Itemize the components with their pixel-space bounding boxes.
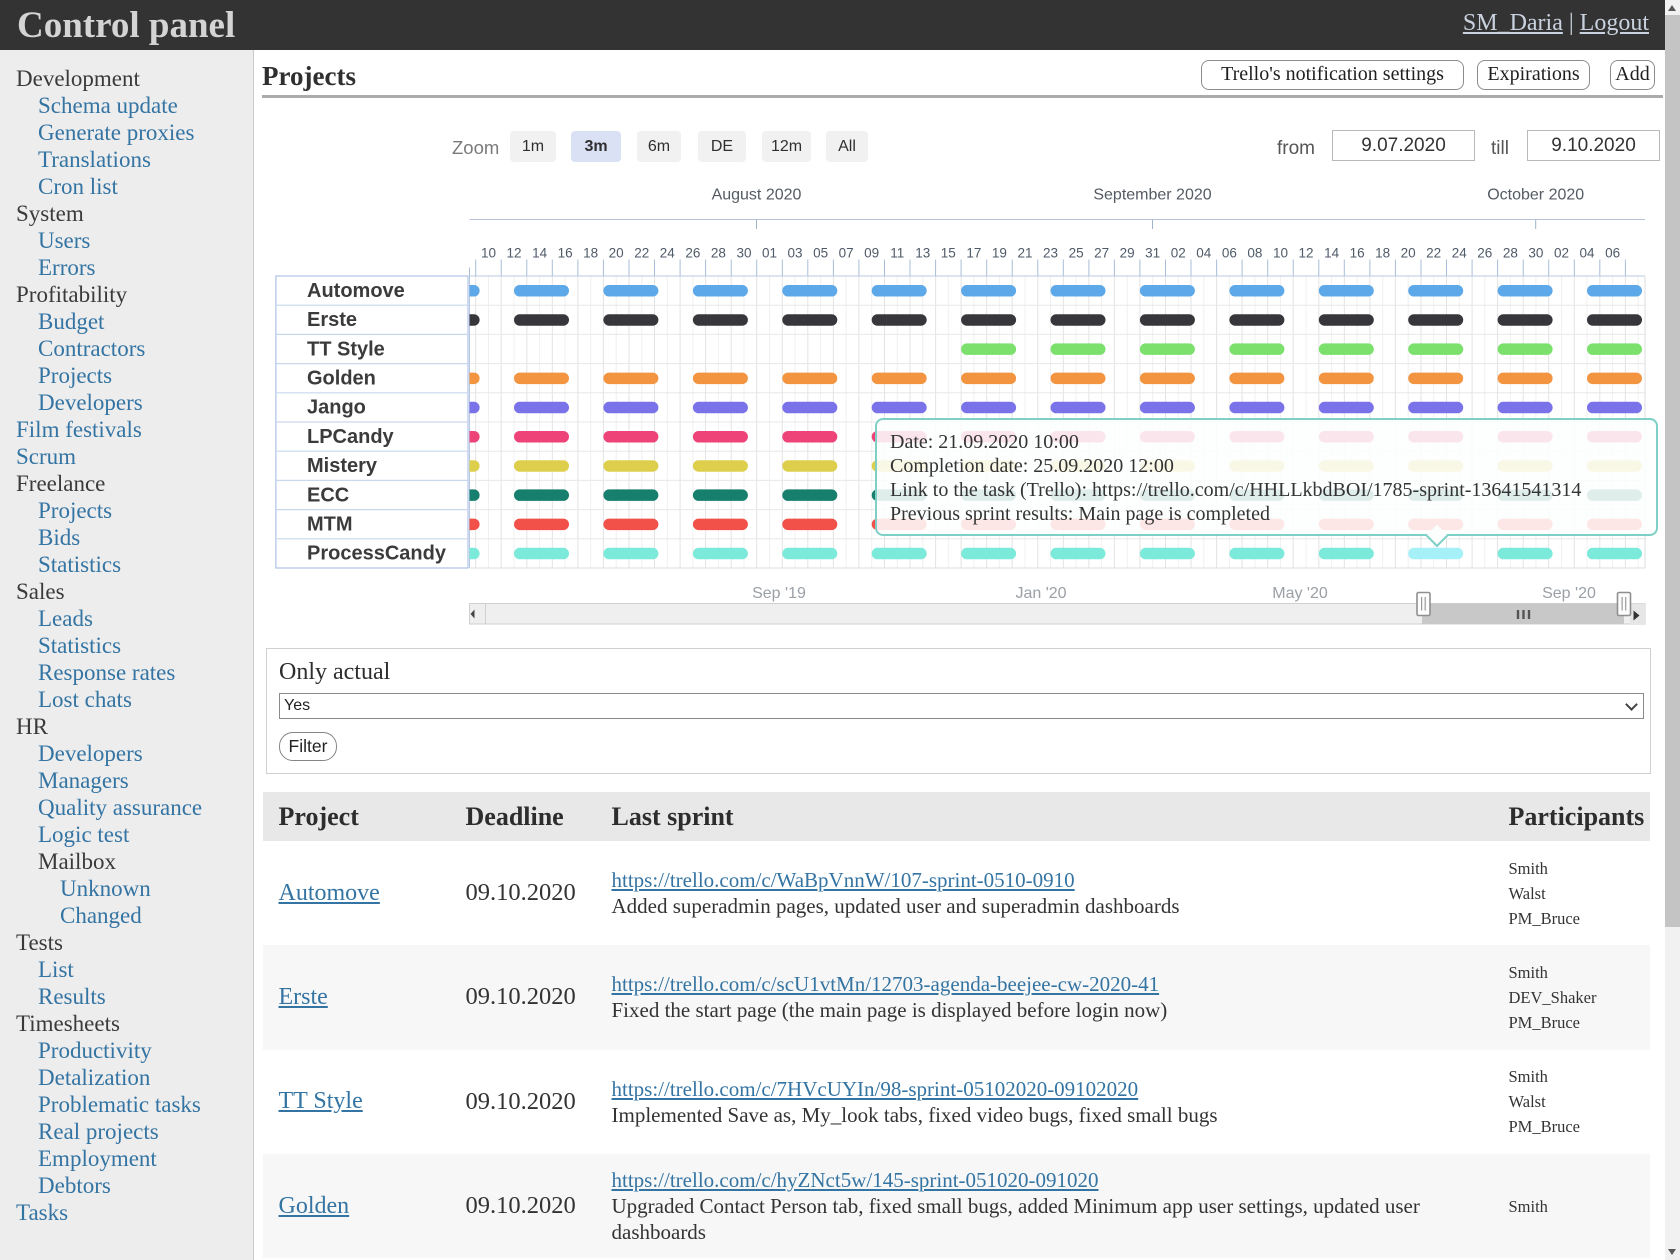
svg-text:18: 18: [1375, 246, 1390, 261]
svg-text:06: 06: [1222, 246, 1237, 261]
svg-text:22: 22: [1426, 246, 1441, 261]
svg-text:Automove: Automove: [307, 280, 405, 302]
svg-text:13: 13: [915, 246, 930, 261]
svg-text:06: 06: [1605, 246, 1620, 261]
svg-text:Sep '19: Sep '19: [752, 585, 806, 602]
svg-text:21: 21: [1017, 246, 1032, 261]
svg-text:28: 28: [711, 246, 726, 261]
svg-text:27: 27: [1094, 246, 1109, 261]
svg-text:04: 04: [1579, 246, 1595, 261]
svg-text:07: 07: [839, 246, 854, 261]
svg-text:14: 14: [1324, 246, 1340, 261]
svg-text:10: 10: [1273, 246, 1288, 261]
svg-text:24: 24: [1452, 246, 1468, 261]
svg-text:Mistery: Mistery: [307, 455, 378, 477]
svg-text:28: 28: [1503, 246, 1518, 261]
svg-text:11: 11: [890, 246, 904, 261]
svg-text:02: 02: [1171, 246, 1186, 261]
svg-text:26: 26: [685, 246, 700, 261]
svg-text:16: 16: [1350, 246, 1365, 261]
svg-text:22: 22: [634, 246, 649, 261]
svg-text:20: 20: [1401, 246, 1416, 261]
svg-text:18: 18: [583, 246, 598, 261]
svg-text:30: 30: [1528, 246, 1543, 261]
svg-text:12: 12: [1298, 246, 1313, 261]
svg-text:Jan '20: Jan '20: [1015, 585, 1066, 602]
svg-text:08: 08: [1247, 246, 1262, 261]
svg-text:TT Style: TT Style: [307, 338, 385, 360]
svg-text:ProcessCandy: ProcessCandy: [307, 543, 447, 565]
svg-text:Sep '20: Sep '20: [1542, 585, 1596, 602]
svg-text:ECC: ECC: [307, 484, 349, 506]
svg-text:17: 17: [966, 246, 981, 261]
svg-text:01: 01: [762, 246, 777, 261]
svg-text:Jango: Jango: [307, 397, 366, 419]
svg-text:16: 16: [558, 246, 573, 261]
svg-text:20: 20: [609, 246, 624, 261]
svg-text:Golden: Golden: [307, 368, 376, 390]
svg-text:May '20: May '20: [1272, 585, 1328, 602]
svg-text:October 2020: October 2020: [1487, 187, 1584, 204]
svg-text:MTM: MTM: [307, 514, 353, 536]
svg-text:04: 04: [1196, 246, 1212, 261]
svg-text:09: 09: [864, 246, 879, 261]
svg-text:September 2020: September 2020: [1093, 187, 1211, 204]
svg-text:August 2020: August 2020: [712, 187, 802, 204]
svg-text:23: 23: [1043, 246, 1058, 261]
svg-text:12: 12: [506, 246, 521, 261]
svg-text:26: 26: [1477, 246, 1492, 261]
svg-text:30: 30: [736, 246, 751, 261]
svg-text:29: 29: [1120, 246, 1135, 261]
svg-text:03: 03: [787, 246, 802, 261]
svg-text:LPCandy: LPCandy: [307, 426, 395, 448]
svg-text:19: 19: [992, 246, 1007, 261]
svg-text:Erste: Erste: [307, 309, 357, 331]
svg-text:15: 15: [941, 246, 956, 261]
svg-text:14: 14: [532, 246, 548, 261]
svg-text:24: 24: [660, 246, 676, 261]
svg-text:31: 31: [1145, 246, 1160, 261]
svg-text:02: 02: [1554, 246, 1569, 261]
svg-text:05: 05: [813, 246, 828, 261]
svg-text:10: 10: [481, 246, 496, 261]
svg-text:25: 25: [1069, 246, 1084, 261]
